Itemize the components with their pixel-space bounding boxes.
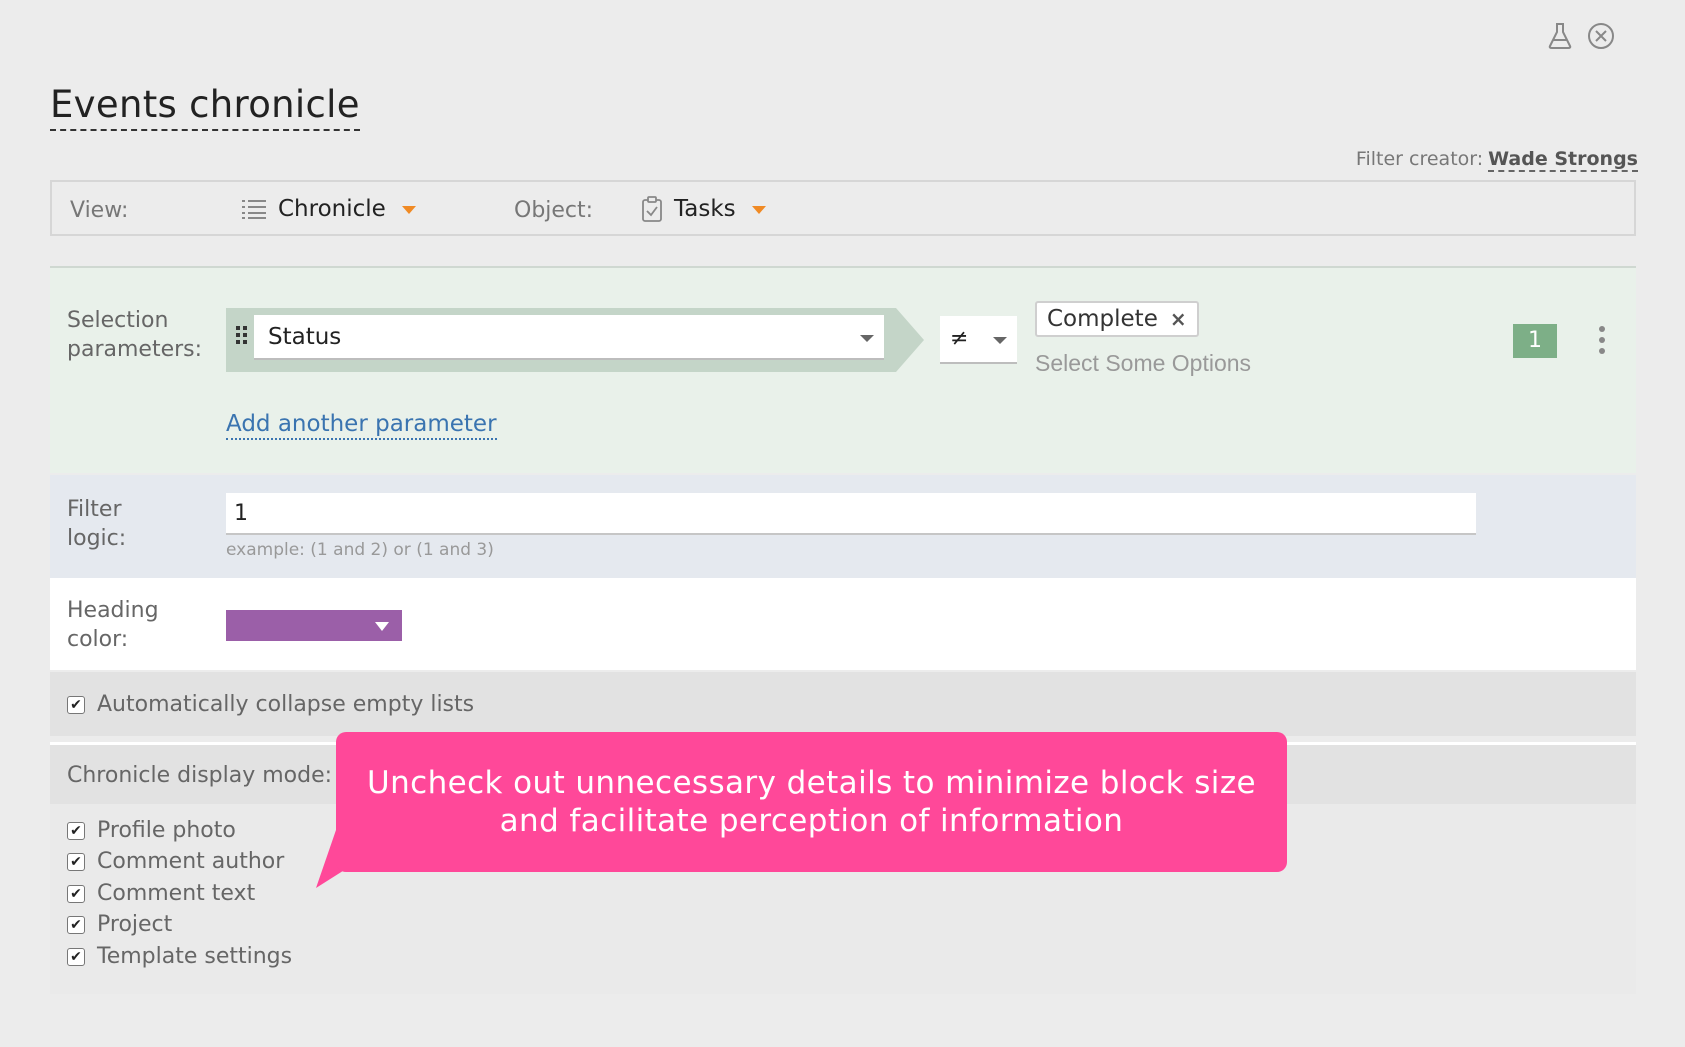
drag-handle-icon[interactable] (236, 326, 247, 344)
view-label: View: (70, 198, 129, 223)
heading-color-select[interactable] (226, 610, 402, 641)
heading-color-label: Heading color: (67, 598, 159, 652)
filter-creator-label: Filter creator: (1355, 148, 1484, 170)
tooltip-callout: Uncheck out unnecessary details to minim… (336, 732, 1287, 872)
display-mode-label: Chronicle display mode: (67, 763, 333, 788)
list-icon (242, 200, 266, 219)
chevron-down-icon (860, 335, 874, 342)
callout-line-1: Uncheck out unnecessary details to minim… (367, 765, 1256, 801)
option-label: Project (97, 912, 173, 937)
selection-parameters-section: Selection parameters: Status ≠ Complete … (50, 266, 1636, 473)
option-label: Comment author (97, 849, 285, 874)
comment-author-checkbox[interactable]: ✔ (67, 852, 85, 871)
flask-icon[interactable] (1547, 22, 1573, 50)
comment-text-checkbox[interactable]: ✔ (67, 884, 85, 903)
operator-select[interactable]: ≠ (940, 316, 1017, 364)
filter-settings-page: Events chronicle Filter creator: Wade Str… (0, 0, 1685, 1047)
chevron-down-icon (993, 337, 1007, 344)
option-chip-complete: Complete × (1035, 301, 1199, 337)
parameter-number-badge: 1 (1513, 324, 1557, 358)
page-title[interactable]: Events chronicle (50, 82, 360, 131)
parameter-value: Status (268, 324, 342, 350)
chevron-down-icon (401, 206, 416, 214)
profile-photo-checkbox[interactable]: ✔ (67, 821, 85, 840)
option-profile-photo[interactable]: ✔ Profile photo (67, 818, 236, 843)
chip-label: Complete (1047, 306, 1158, 332)
view-value: Chronicle (278, 196, 386, 222)
close-icon[interactable] (1587, 22, 1615, 50)
collapse-empty-lists-label: Automatically collapse empty lists (97, 692, 475, 717)
chip-remove-icon[interactable]: × (1170, 307, 1187, 331)
option-project[interactable]: ✔ Project (67, 912, 172, 937)
heading-color-section: Heading color: (50, 578, 1636, 670)
filter-creator: Filter creator: Wade Strongs (1355, 148, 1638, 172)
callout-line-2: and facilitate perception of information (499, 803, 1124, 839)
chevron-down-icon (751, 206, 766, 214)
object-value: Tasks (674, 196, 736, 222)
more-options-icon[interactable] (1599, 326, 1605, 354)
add-parameter-link[interactable]: Add another parameter (226, 410, 497, 440)
filter-logic-hint: example: (1 and 2) or (1 and 3) (226, 540, 494, 560)
filter-logic-section: Filter logic: 1 example: (1 and 2) or (1… (50, 475, 1636, 578)
parameter-select[interactable]: Status (254, 315, 884, 360)
object-dropdown[interactable]: Tasks (642, 196, 766, 222)
object-label: Object: (514, 198, 594, 223)
option-template-settings[interactable]: ✔ Template settings (67, 944, 292, 969)
filter-creator-name[interactable]: Wade Strongs (1488, 148, 1638, 172)
chevron-down-icon (375, 622, 389, 631)
multiselect-input[interactable]: Select Some Options (1035, 350, 1251, 377)
filter-logic-label: Filter logic: (67, 497, 127, 551)
option-comment-author[interactable]: ✔ Comment author (67, 849, 284, 874)
parameter-row: Status (226, 308, 924, 372)
top-icons (1547, 22, 1615, 50)
option-comment-text[interactable]: ✔ Comment text (67, 881, 255, 906)
filter-logic-input[interactable]: 1 (226, 493, 1476, 535)
project-checkbox[interactable]: ✔ (67, 915, 85, 934)
clipboard-icon (642, 196, 662, 222)
collapse-section: ✔ Automatically collapse empty lists (50, 672, 1636, 736)
option-label: Profile photo (97, 818, 236, 843)
option-label: Template settings (97, 944, 293, 969)
option-label: Comment text (97, 881, 256, 906)
operator-value: ≠ (950, 326, 969, 351)
template-settings-checkbox[interactable]: ✔ (67, 947, 85, 966)
collapse-empty-lists-option[interactable]: ✔ Automatically collapse empty lists (67, 692, 474, 717)
view-dropdown[interactable]: Chronicle (242, 196, 416, 222)
selection-parameters-label: Selection parameters: (67, 308, 203, 362)
view-bar: View: Chronicle Object: Tasks (50, 180, 1636, 236)
collapse-empty-lists-checkbox[interactable]: ✔ (67, 695, 85, 714)
